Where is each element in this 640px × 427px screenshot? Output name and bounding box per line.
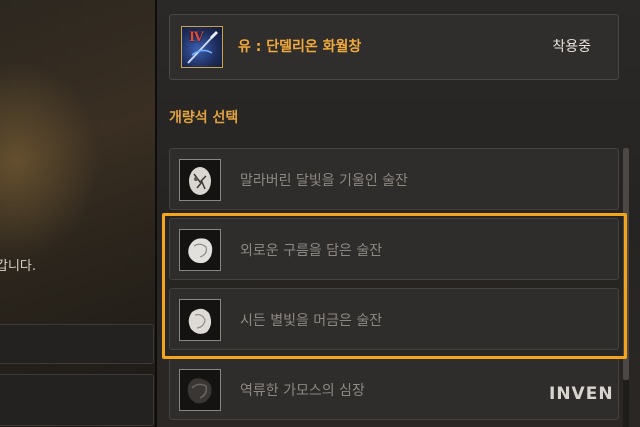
white-stone-icon	[179, 299, 221, 341]
list-item-label: 말라버린 달빛을 기울인 술잔	[240, 173, 408, 189]
list-item-label: 외로운 구름을 담은 술잔	[240, 243, 383, 259]
list-item[interactable]: 외로운 구름을 담은 술잔	[169, 218, 619, 280]
equipped-item-row[interactable]: Ⅳ 유 : 단델리온 화월창 착용중	[169, 14, 619, 80]
watermark: INVEN	[549, 384, 614, 404]
list-item[interactable]: 시든 별빛을 머금은 술잔	[169, 288, 619, 350]
white-stone-icon	[179, 229, 221, 271]
list-item-label: 시든 별빛을 머금은 술잔	[240, 313, 383, 329]
cracked-white-stone-icon	[179, 159, 221, 201]
left-panel-field[interactable]	[0, 324, 154, 364]
tier-badge: Ⅳ	[189, 30, 204, 45]
list-item[interactable]: 말라버린 달빛을 기울인 술잔	[169, 148, 619, 210]
dark-heart-icon	[179, 369, 221, 411]
left-glow	[0, 60, 100, 260]
section-title: 개량석 선택	[169, 110, 239, 126]
spear-icon: Ⅳ	[181, 26, 223, 68]
left-panel-text: 갑니다.	[0, 259, 37, 274]
equipped-item-name: 유 : 단델리온 화월창	[238, 39, 362, 55]
equipped-status: 착용중	[552, 39, 591, 55]
list-scrollbar[interactable]	[623, 148, 629, 427]
left-panel-field-2[interactable]	[0, 374, 154, 426]
list-item-label: 역류한 가모스의 심장	[240, 383, 365, 399]
scroll-thumb[interactable]	[623, 148, 629, 380]
